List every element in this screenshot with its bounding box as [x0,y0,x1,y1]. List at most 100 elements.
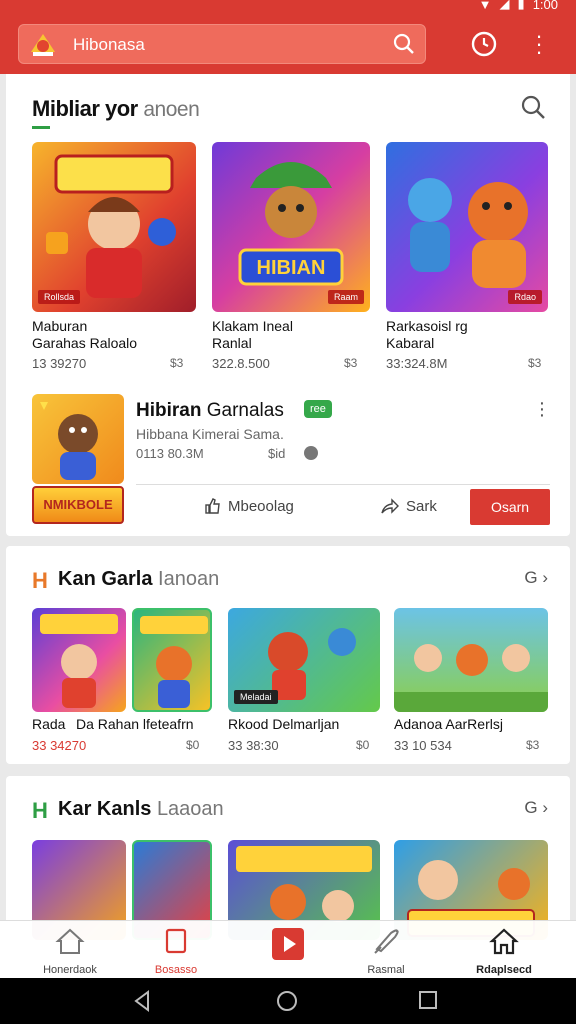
tile-meta: 33 10 534 [394,738,452,753]
game-tile[interactable]: Rdao [386,142,548,312]
tile-art-text: HIBIAN [257,257,326,279]
tile-name: Rkood Delmarljan [228,716,340,732]
tile-name: Adanoa AarRerlsj [394,716,503,732]
featured-actions: Mbeoolag Sark Osarn [136,484,550,526]
home-button-icon[interactable] [276,990,298,1012]
tile-meta: 13 39270 [32,356,87,371]
tile-meta: 322.8.500 [212,356,270,371]
tile-name: Klakam Ineal Ranlal [212,318,293,351]
game-tile[interactable]: HIBIAN Raam [212,142,370,312]
game-tile[interactable] [32,608,126,712]
section-title-text: Kar Kanls [58,798,152,820]
tile-price: $3 [170,356,184,370]
status-time: 1:00 [532,0,558,12]
nav-item-home-outline[interactable]: Rdaplsecd [464,927,544,976]
game-tile[interactable] [394,608,548,712]
tile-badge: Raam [327,290,364,304]
featured-title: Hibiran Garnalas [136,400,284,422]
bottom-navigation: Honerdaok Bosasso Rasmal Rdaplsecd [0,920,576,978]
search-box[interactable]: Hibonasa [18,24,426,64]
tile-meta: 33 38:30 [228,738,279,753]
home-outline-icon [489,928,519,955]
bookmark-icon [165,928,187,954]
more-options-icon[interactable]: · · · [532,25,546,63]
system-navigation-bar [0,978,576,1024]
featured-description: Hibbana Kimerai Sama. [136,426,284,442]
tile-badge: Rdao [508,290,542,304]
open-button[interactable]: Osarn [470,489,550,525]
play-icon [272,928,304,960]
nav-item-rocket[interactable]: Rasmal [346,927,426,976]
category-section: H Kan Garla Ianoan G › Meladai Rada Da R… [6,546,570,764]
game-artwork [40,614,118,708]
search-icon[interactable] [393,33,415,55]
tile-price: $3 [526,738,540,752]
app-bar: Hibonasa · · · [0,14,576,74]
featured-price: $id [268,446,286,461]
tile-price: $0 [356,738,370,752]
featured-title-bold: Hibiran [136,400,202,421]
game-tile[interactable] [132,608,212,712]
tile-price: $3 [344,356,358,370]
recommended-section: Mibliar yor anoen Rollsda Maburan Garahas… [6,74,570,536]
game-artwork [40,402,98,480]
section-title-text: Mibliar yor [32,96,138,121]
game-artwork [408,178,528,288]
recents-icon[interactable] [418,990,438,1010]
nav-label: Rasmal [367,964,405,976]
tile-meta: 33:324.8M [386,356,448,371]
rocket-icon [374,929,399,954]
tile-badge: Meladai [234,690,278,704]
thumb-up-icon [205,498,220,514]
see-more-button[interactable]: G › [524,798,548,818]
game-tile[interactable]: Meladai [228,608,380,712]
back-icon[interactable] [132,990,152,1012]
section-title: Kar Kanls Laaoan [58,798,224,821]
game-tile[interactable]: Rollsda [32,142,196,312]
search-input[interactable]: Hibonasa [73,35,145,55]
featured-game-icon[interactable] [32,394,124,484]
tile-price: $3 [528,356,542,370]
tile-badge: Rollsda [38,290,81,304]
nav-label: Honerdaok [43,964,97,976]
featured-meta: 0113 80.3M [136,446,204,461]
promo-logo: NMIKBOLE [32,486,124,524]
search-icon[interactable] [520,94,546,120]
like-label: Mbeoolag [228,497,294,515]
section-underline [32,126,50,129]
tile-name: Rada [32,716,66,732]
section-title: Kan Garla Ianoan [58,568,219,591]
app-logo-icon [31,34,55,56]
home-icon [55,928,85,954]
status-bar: ▼ ◢ ▮ 1:00 [0,0,576,14]
section-logo: H [32,568,48,593]
section-logo: H [32,798,48,823]
share-icon [381,498,399,514]
nav-item-bookmark[interactable]: Bosasso [136,927,216,976]
section-subtitle: anoen [143,98,200,121]
history-icon[interactable] [470,30,498,58]
nav-item-home[interactable]: Honerdaok [30,927,110,976]
status-icons: ▼ ◢ ▮ 1:00 [479,0,558,12]
share-button[interactable]: Sark [380,497,437,515]
tile-meta: 33 34270 [32,738,87,753]
cell-icon: ◢ [499,0,510,11]
section-subtitle: Laaoan [156,798,224,820]
like-button[interactable]: Mbeoolag [204,497,294,515]
nav-item-play[interactable] [248,927,328,964]
section-title: Mibliar yor anoen [32,96,200,122]
nav-label: Bosasso [154,964,198,976]
battery-icon: ▮ [517,0,525,11]
more-options-icon[interactable]: · · · [538,393,546,425]
featured-title-rest: Garnalas [206,400,284,421]
game-artwork: HIBIAN [238,162,344,286]
signal-icon: ▼ [478,0,492,12]
info-icon[interactable] [304,446,318,460]
tile-price: $0 [186,738,200,752]
featured-tag: ree [304,400,332,418]
section-subtitle: Ianoan [158,568,220,590]
game-artwork [140,616,208,708]
share-label: Sark [406,497,437,515]
tile-name: Maburan Garahas Raloalo [32,318,138,351]
see-more-button[interactable]: G › [524,568,548,588]
